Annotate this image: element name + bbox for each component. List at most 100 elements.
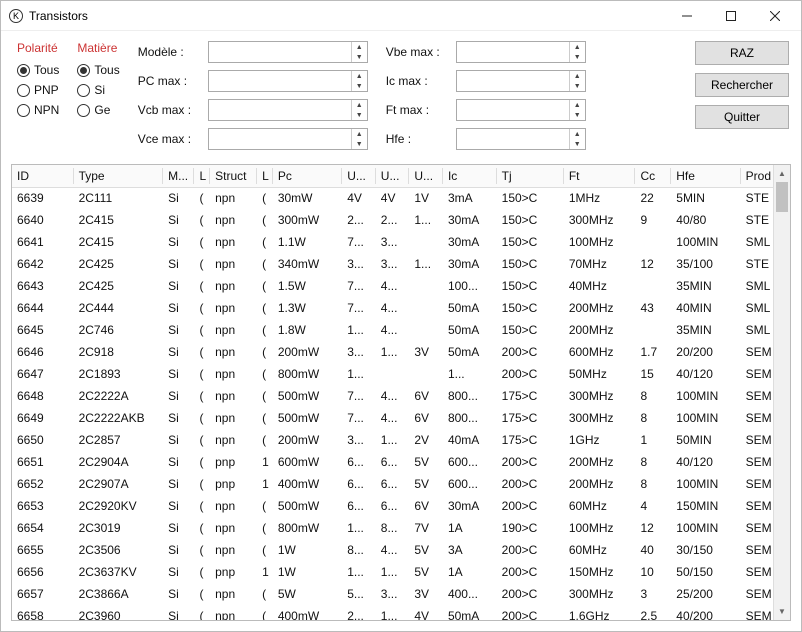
table-row[interactable]: 66402C415Si(npn(300mW2...2...1...30mA150… — [12, 209, 790, 231]
quit-button[interactable]: Quitter — [695, 105, 789, 129]
table-row[interactable]: 66522C2907ASi(pnp1400mW6...6...5V600...2… — [12, 473, 790, 495]
minimize-button[interactable] — [665, 2, 709, 30]
text-input[interactable] — [457, 71, 569, 91]
spin-down-icon[interactable]: ▼ — [352, 139, 367, 149]
cell-u3: 3V — [409, 583, 443, 605]
spin-down-icon[interactable]: ▼ — [570, 81, 585, 91]
text-input[interactable] — [209, 71, 351, 91]
cell-type: 2C746 — [74, 319, 164, 341]
cell-tj: 175>C — [497, 385, 564, 407]
text-input[interactable] — [457, 100, 569, 120]
text-input[interactable] — [209, 100, 351, 120]
col-header-u2[interactable]: U... — [376, 165, 410, 187]
spin-input[interactable]: ▲▼ — [208, 41, 368, 63]
spin-up-icon[interactable]: ▲ — [570, 100, 585, 110]
col-header-struct[interactable]: Struct — [210, 165, 257, 187]
table-row[interactable]: 66582C3960Si(npn(400mW2...1...4V50mA200>… — [12, 605, 790, 621]
spin-up-icon[interactable]: ▲ — [570, 129, 585, 139]
field-row: Ic max :▲▼ — [386, 70, 586, 92]
spin-up-icon[interactable]: ▲ — [352, 42, 367, 52]
text-input[interactable] — [457, 129, 569, 149]
raz-button[interactable]: RAZ — [695, 41, 789, 65]
spin-up-icon[interactable]: ▲ — [570, 71, 585, 81]
table-row[interactable]: 66562C3637KVSi(pnp11W1...1...5V1A200>C15… — [12, 561, 790, 583]
text-input[interactable] — [457, 42, 569, 62]
cell-u2: 6... — [376, 495, 410, 517]
table-row[interactable]: 66542C3019Si(npn(800mW1...8...7V1A190>C1… — [12, 517, 790, 539]
col-header-ft[interactable]: Ft — [564, 165, 636, 187]
filter-panel: Polarité TousPNPNPN Matière TousSiGe Mod… — [1, 31, 801, 164]
scroll-thumb[interactable] — [776, 182, 788, 212]
spin-input[interactable]: ▲▼ — [456, 99, 586, 121]
col-header-ic[interactable]: Ic — [443, 165, 497, 187]
table-row[interactable]: 66492C2222AKBSi(npn(500mW7...4...6V800..… — [12, 407, 790, 429]
spin-input[interactable]: ▲▼ — [456, 128, 586, 150]
search-button[interactable]: Rechercher — [695, 73, 789, 97]
spin-input[interactable]: ▲▼ — [208, 70, 368, 92]
matiere-radio-si[interactable]: Si — [77, 83, 119, 97]
spin-up-icon[interactable]: ▲ — [352, 129, 367, 139]
col-header-pc[interactable]: Pc — [273, 165, 342, 187]
cell-type: 2C2222AKB — [74, 407, 164, 429]
cell-type: 2C2222A — [74, 385, 164, 407]
spin-up-icon[interactable]: ▲ — [352, 100, 367, 110]
spin-down-icon[interactable]: ▼ — [352, 52, 367, 62]
text-input[interactable] — [209, 42, 351, 62]
header-row: IDTypeM...LStructLPcU...U...U...IcTjFtCc… — [12, 165, 790, 187]
cell-hfe: 100MIN — [671, 517, 740, 539]
text-input[interactable] — [209, 129, 351, 149]
polarite-radio-tous[interactable]: Tous — [17, 63, 59, 77]
vertical-scrollbar[interactable]: ▲ ▼ — [773, 165, 790, 620]
spin-arrows: ▲▼ — [569, 100, 585, 120]
table-row[interactable]: 66432C425Si(npn(1.5W7...4...100...150>C4… — [12, 275, 790, 297]
spin-up-icon[interactable]: ▲ — [570, 42, 585, 52]
spin-down-icon[interactable]: ▼ — [570, 139, 585, 149]
table-row[interactable]: 66392C111Si(npn(30mW4V4V1V3mA150>C1MHz22… — [12, 187, 790, 209]
col-header-u1[interactable]: U... — [342, 165, 376, 187]
table-row[interactable]: 66532C2920KVSi(npn(500mW6...6...6V30mA20… — [12, 495, 790, 517]
table-row[interactable]: 66462C918Si(npn(200mW3...1...3V50mA200>C… — [12, 341, 790, 363]
polarite-radio-npn[interactable]: NPN — [17, 103, 59, 117]
col-header-m[interactable]: M... — [163, 165, 194, 187]
col-header-id[interactable]: ID — [12, 165, 74, 187]
close-button[interactable] — [753, 2, 797, 30]
cell-u2: 4... — [376, 275, 410, 297]
table-row[interactable]: 66452C746Si(npn(1.8W1...4...50mA150>C200… — [12, 319, 790, 341]
table-row[interactable]: 66512C2904ASi(pnp1600mW6...6...5V600...2… — [12, 451, 790, 473]
spin-up-icon[interactable]: ▲ — [352, 71, 367, 81]
table-row[interactable]: 66572C3866ASi(npn(5W5...3...3V400...200>… — [12, 583, 790, 605]
col-header-tj[interactable]: Tj — [497, 165, 564, 187]
col-header-cc[interactable]: Cc — [635, 165, 671, 187]
scroll-track[interactable] — [774, 182, 790, 603]
scroll-up-button[interactable]: ▲ — [774, 165, 790, 182]
table-row[interactable]: 66482C2222ASi(npn(500mW7...4...6V800...1… — [12, 385, 790, 407]
scroll-down-button[interactable]: ▼ — [774, 603, 790, 620]
col-header-l2[interactable]: L — [257, 165, 273, 187]
table-row[interactable]: 66412C415Si(npn(1.1W7...3...30mA150>C100… — [12, 231, 790, 253]
cell-cc: 8 — [635, 451, 671, 473]
polarite-radio-pnp[interactable]: PNP — [17, 83, 59, 97]
table-row[interactable]: 66422C425Si(npn(340mW3...3...1...30mA150… — [12, 253, 790, 275]
col-header-hfe[interactable]: Hfe — [671, 165, 740, 187]
table-row[interactable]: 66552C3506Si(npn(1W8...4...5V3A200>C60MH… — [12, 539, 790, 561]
cell-hfe: 20/200 — [671, 341, 740, 363]
spin-input[interactable]: ▲▼ — [456, 41, 586, 63]
spin-down-icon[interactable]: ▼ — [570, 52, 585, 62]
maximize-button[interactable] — [709, 2, 753, 30]
spin-input[interactable]: ▲▼ — [208, 99, 368, 121]
matiere-radio-tous[interactable]: Tous — [77, 63, 119, 77]
spin-input[interactable]: ▲▼ — [456, 70, 586, 92]
col-header-u3[interactable]: U... — [409, 165, 443, 187]
cell-ic: 800... — [443, 385, 497, 407]
spin-down-icon[interactable]: ▼ — [352, 81, 367, 91]
table-row[interactable]: 66472C1893Si(npn(800mW1...1...200>C50MHz… — [12, 363, 790, 385]
matiere-radio-ge[interactable]: Ge — [77, 103, 119, 117]
data-grid[interactable]: IDTypeM...LStructLPcU...U...U...IcTjFtCc… — [12, 165, 790, 621]
spin-input[interactable]: ▲▼ — [208, 128, 368, 150]
spin-down-icon[interactable]: ▼ — [570, 110, 585, 120]
spin-down-icon[interactable]: ▼ — [352, 110, 367, 120]
col-header-type[interactable]: Type — [74, 165, 164, 187]
col-header-l1[interactable]: L — [194, 165, 210, 187]
table-row[interactable]: 66442C444Si(npn(1.3W7...4...50mA150>C200… — [12, 297, 790, 319]
table-row[interactable]: 66502C2857Si(npn(200mW3...1...2V40mA175>… — [12, 429, 790, 451]
